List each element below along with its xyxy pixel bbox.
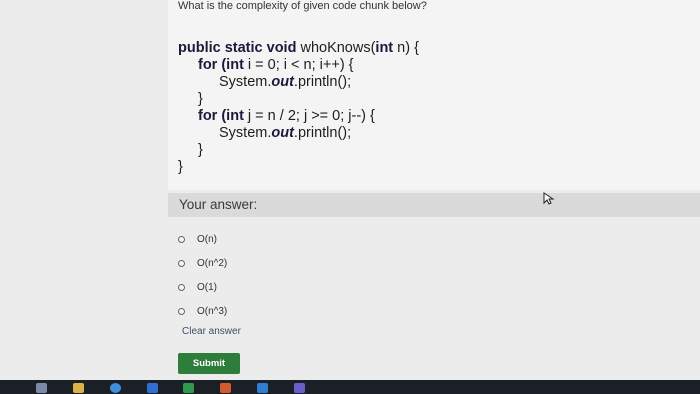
option-4[interactable]: O(n^3) <box>178 306 227 317</box>
excel-icon[interactable] <box>183 383 194 393</box>
option-label: O(n) <box>197 234 217 245</box>
mouse-cursor-icon <box>543 192 555 205</box>
browser-icon[interactable] <box>110 383 121 393</box>
word-icon[interactable] <box>147 383 158 393</box>
radio-button[interactable] <box>178 236 185 243</box>
code-line-7: } <box>198 142 203 158</box>
radio-button[interactable] <box>178 308 185 315</box>
question-text: What is the complexity of given code chu… <box>178 0 427 12</box>
clear-answer-link[interactable]: Clear answer <box>182 326 241 337</box>
powerpoint-icon[interactable] <box>220 383 231 393</box>
code-line-3: System.out.println(); <box>219 74 352 90</box>
option-3[interactable]: O(1) <box>178 282 217 293</box>
option-1[interactable]: O(n) <box>178 234 217 245</box>
radio-button[interactable] <box>178 260 185 267</box>
outlook-icon[interactable] <box>257 383 268 393</box>
option-2[interactable]: O(n^2) <box>178 258 227 269</box>
option-label: O(n^2) <box>197 258 228 269</box>
code-line-8: } <box>178 159 183 175</box>
answer-label: Your answer: <box>179 197 258 212</box>
option-label: O(1) <box>197 282 217 293</box>
windows-start-icon[interactable] <box>36 383 47 393</box>
code-line-5: for (int j = n / 2; j >= 0; j--) { <box>198 108 375 124</box>
submit-button[interactable]: Submit <box>178 353 240 374</box>
file-explorer-icon[interactable] <box>73 383 84 393</box>
code-block: public static void whoKnows(int n) { for… <box>178 40 419 176</box>
teams-icon[interactable] <box>294 383 305 393</box>
code-line-2: for (int i = 0; i < n; i++) { <box>198 57 354 73</box>
taskbar <box>0 380 700 394</box>
code-line-6: System.out.println(); <box>219 125 352 141</box>
radio-button[interactable] <box>178 284 185 291</box>
code-line-4: } <box>198 91 203 107</box>
option-label: O(n^3) <box>197 306 228 317</box>
code-line-1: public static void whoKnows(int n) { <box>178 40 419 56</box>
